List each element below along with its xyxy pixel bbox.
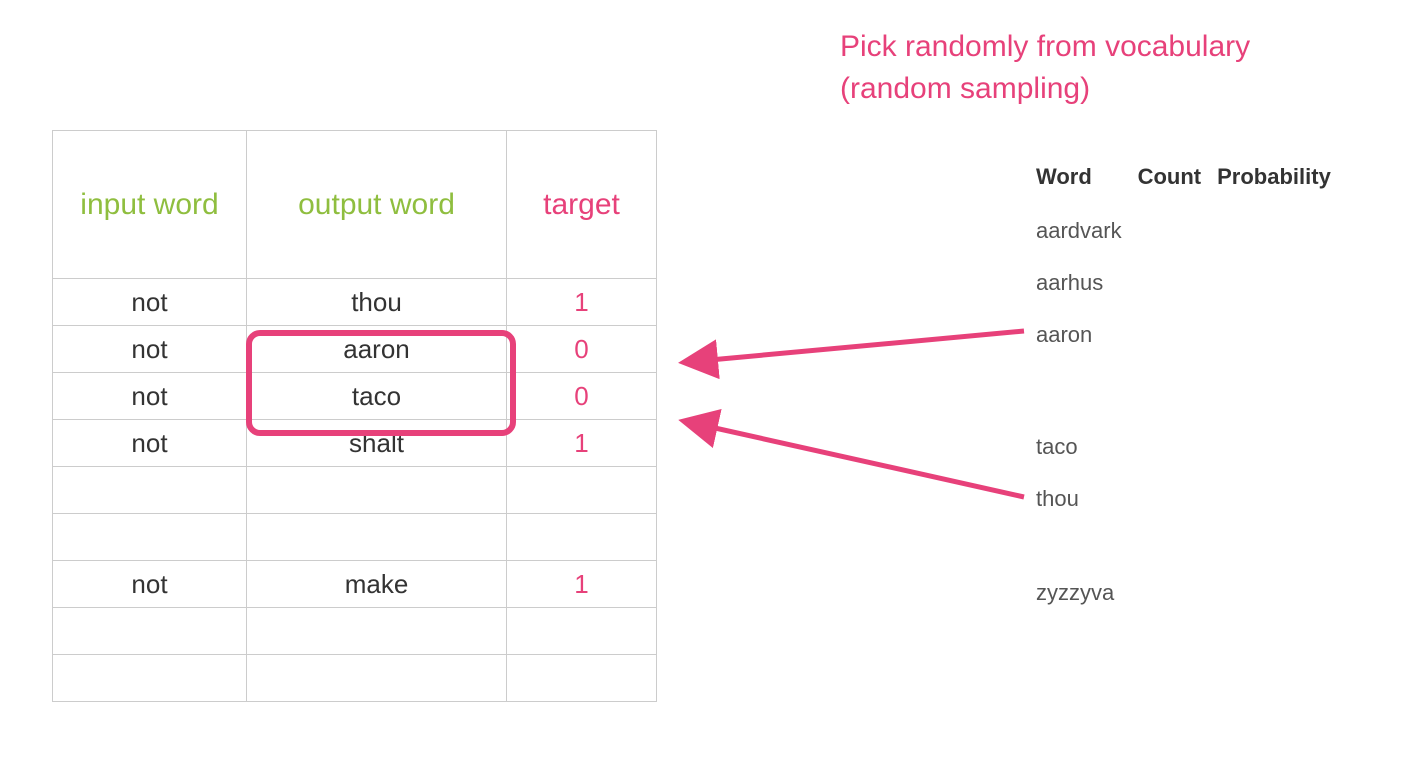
header-output-word: output word — [247, 131, 507, 279]
cell-target: 1 — [507, 279, 657, 326]
table-row: not shalt 1 — [53, 420, 657, 467]
vocab-row — [1036, 526, 1345, 566]
vocab-row: taco — [1036, 422, 1345, 472]
header-target: target — [507, 131, 657, 279]
cell-input: not — [53, 561, 247, 608]
vocabulary-table: Word Count Probability aardvark aarhus a… — [1034, 158, 1347, 620]
cell-target: 1 — [507, 561, 657, 608]
vocab-row — [1036, 362, 1345, 420]
cell-target: 1 — [507, 420, 657, 467]
cell-target — [507, 514, 657, 561]
arrow-taco — [688, 422, 1024, 497]
vocab-word: aardvark — [1036, 206, 1136, 256]
cell-output: shalt — [247, 420, 507, 467]
vocab-word: zyzzyva — [1036, 568, 1136, 618]
cell-output: taco — [247, 373, 507, 420]
cell-input: not — [53, 279, 247, 326]
cell-output: thou — [247, 279, 507, 326]
table-row: not taco 0 — [53, 373, 657, 420]
cell-target — [507, 467, 657, 514]
cell-output — [247, 608, 507, 655]
vocab-row: aardvark — [1036, 206, 1345, 256]
cell-output — [247, 655, 507, 702]
cell-target — [507, 655, 657, 702]
diagram-title: Pick randomly from vocabulary (random sa… — [840, 26, 1250, 110]
cell-output — [247, 467, 507, 514]
cell-input — [53, 467, 247, 514]
vocab-header-count: Count — [1138, 160, 1216, 204]
table-row — [53, 514, 657, 561]
cell-target: 0 — [507, 326, 657, 373]
vocab-row: thou — [1036, 474, 1345, 524]
vocab-word: taco — [1036, 422, 1136, 472]
vocab-row: zyzzyva — [1036, 568, 1345, 618]
cell-input: not — [53, 420, 247, 467]
table-row: not make 1 — [53, 561, 657, 608]
cell-output — [247, 514, 507, 561]
cell-input — [53, 655, 247, 702]
header-input-word: input word — [53, 131, 247, 279]
skipgram-table: input word output word target not thou 1… — [52, 130, 657, 702]
cell-target: 0 — [507, 373, 657, 420]
arrow-aaron — [688, 331, 1024, 362]
title-line-1: Pick randomly from vocabulary — [840, 30, 1250, 63]
cell-target — [507, 608, 657, 655]
table-row — [53, 608, 657, 655]
title-line-2: (random sampling) — [840, 72, 1090, 105]
cell-input — [53, 608, 247, 655]
table-row: not thou 1 — [53, 279, 657, 326]
table-row — [53, 655, 657, 702]
table-row: not aaron 0 — [53, 326, 657, 373]
vocab-row: aaron — [1036, 310, 1345, 360]
cell-output: aaron — [247, 326, 507, 373]
vocab-word: thou — [1036, 474, 1136, 524]
vocab-word: aarhus — [1036, 258, 1136, 308]
cell-input: not — [53, 373, 247, 420]
table-row — [53, 467, 657, 514]
cell-output: make — [247, 561, 507, 608]
vocab-word: aaron — [1036, 310, 1136, 360]
vocab-header-word: Word — [1036, 160, 1136, 204]
vocab-row: aarhus — [1036, 258, 1345, 308]
cell-input: not — [53, 326, 247, 373]
cell-input — [53, 514, 247, 561]
vocab-header-prob: Probability — [1217, 160, 1345, 204]
